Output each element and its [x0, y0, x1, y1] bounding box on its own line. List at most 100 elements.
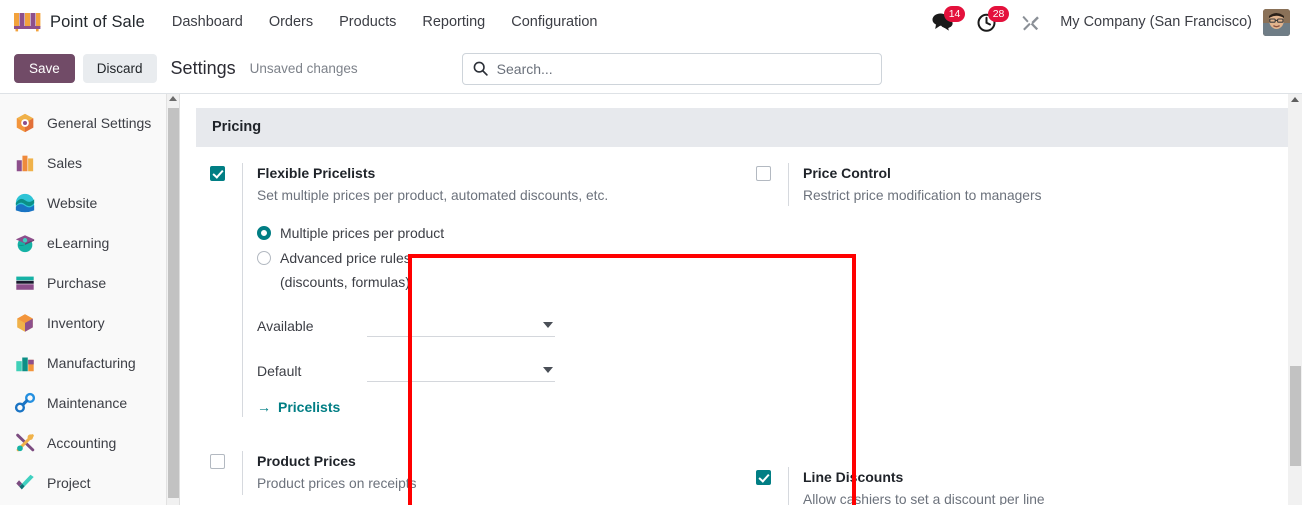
- sidebar-scroll-thumb[interactable]: [168, 108, 179, 498]
- chevron-down-icon: [543, 367, 553, 374]
- setting-flexible-pricelists: Flexible Pricelists Set multiple prices …: [196, 155, 742, 425]
- user-avatar[interactable]: [1263, 8, 1290, 36]
- default-pricelist-select[interactable]: [367, 359, 555, 383]
- field-label: Default: [257, 362, 302, 379]
- navbar-right: 14 28 My Company (San Francisco): [920, 6, 1292, 37]
- sidebar-item-accounting[interactable]: Accounting: [0, 423, 179, 463]
- nav-reporting[interactable]: Reporting: [409, 8, 498, 36]
- sidebar-label: Website: [47, 195, 98, 211]
- pricelist-mode-radio-group: Multiple prices per product Advanced pri…: [257, 223, 742, 292]
- unsaved-changes-indicator: Unsaved changes: [249, 61, 358, 76]
- sidebar-scrollbar[interactable]: [166, 94, 179, 505]
- nav-orders[interactable]: Orders: [256, 8, 326, 36]
- arrow-right-icon: →: [257, 399, 271, 416]
- pricelists-link[interactable]: → Pricelists: [257, 399, 340, 415]
- save-button[interactable]: Save: [14, 54, 75, 83]
- radio-advanced-rules[interactable]: Advanced price rules: [257, 248, 742, 268]
- setting-line-discounts: Line Discounts Allow cashiers to set a d…: [742, 459, 1288, 505]
- checkbox-slot: [196, 163, 242, 181]
- debug-tools-button[interactable]: [1008, 7, 1052, 37]
- control-panel: Save Discard Settings Unsaved changes: [0, 44, 1302, 94]
- setting-description: Set multiple prices per product, automat…: [257, 188, 609, 203]
- website-icon: [15, 193, 35, 213]
- available-pricelists-select[interactable]: [367, 314, 555, 338]
- nav-products[interactable]: Products: [326, 8, 409, 36]
- pricelists-link-label: Pricelists: [278, 399, 341, 416]
- setting-description: Restrict price modification to managers: [803, 188, 1042, 203]
- checkbox-slot: [742, 467, 788, 486]
- chevron-down-icon: [543, 322, 553, 329]
- settings-column-left: Flexible Pricelists Set multiple prices …: [196, 155, 742, 505]
- nav-dashboard[interactable]: Dashboard: [159, 8, 256, 36]
- general-settings-icon: [16, 113, 34, 133]
- maintenance-icon: [14, 392, 36, 413]
- scroll-up-arrow-icon[interactable]: [1291, 97, 1299, 102]
- setting-title: Product Prices: [257, 453, 356, 470]
- avatar-image: [1263, 8, 1290, 36]
- settings-grid: Flexible Pricelists Set multiple prices …: [196, 155, 1288, 505]
- product-prices-checkbox[interactable]: [210, 454, 225, 470]
- setting-body: Line Discounts Allow cashiers to set a d…: [788, 467, 1288, 505]
- main-scroll-thumb[interactable]: [1289, 366, 1301, 466]
- radio-multiple-prices[interactable]: Multiple prices per product: [257, 223, 742, 243]
- search-box[interactable]: [461, 52, 882, 85]
- setting-price-control: Price Control Restrict price modificatio…: [742, 155, 1288, 214]
- tools-wrench-icon: [1022, 15, 1039, 30]
- manufacturing-icon: [16, 357, 34, 372]
- setting-title: Price Control: [803, 165, 891, 181]
- sidebar-label: General Settings: [47, 115, 152, 131]
- activities-badge: 28: [988, 6, 1009, 22]
- line-discounts-checkbox[interactable]: [756, 470, 771, 486]
- search-input[interactable]: [496, 60, 871, 77]
- sidebar-item-sales[interactable]: Sales: [0, 143, 179, 183]
- body-wrapper: General Settings Sales Website eLearning…: [0, 94, 1302, 505]
- page-title: Settings: [170, 58, 236, 78]
- app-brand[interactable]: Point of Sale: [8, 12, 159, 32]
- pricing-block: Pricing Flexible Pricelists Set multiple…: [180, 108, 1302, 505]
- activities-button[interactable]: 28: [964, 6, 1009, 37]
- setting-description: Product prices on receipts: [257, 476, 417, 492]
- sidebar-item-inventory[interactable]: Inventory: [0, 303, 179, 343]
- settings-column-right: Price Control Restrict price modificatio…: [742, 155, 1288, 505]
- purchase-icon: [16, 276, 34, 290]
- top-navbar: Point of Sale Dashboard Orders Products …: [0, 0, 1302, 44]
- company-switcher[interactable]: My Company (San Francisco): [1052, 14, 1263, 30]
- accounting-icon: [16, 433, 35, 452]
- brand-name: Point of Sale: [50, 12, 145, 31]
- messages-button[interactable]: 14: [920, 6, 965, 37]
- sidebar-item-website[interactable]: Website: [0, 183, 179, 223]
- sidebar-item-project[interactable]: Project: [0, 463, 179, 503]
- checkbox-slot: [196, 451, 242, 470]
- pos-awning-logo-icon: [14, 13, 41, 32]
- sidebar-label: Project: [47, 475, 91, 491]
- sidebar-item-purchase[interactable]: Purchase: [0, 263, 179, 303]
- price-control-checkbox[interactable]: [756, 166, 771, 181]
- radio-advanced-sublabel: (discounts, formulas): [280, 273, 410, 290]
- sidebar-item-general-settings[interactable]: General Settings: [0, 103, 179, 143]
- sidebar-label: Inventory: [47, 315, 105, 331]
- sidebar-label: Maintenance: [47, 395, 128, 411]
- setting-title: Flexible Pricelists: [257, 165, 376, 181]
- nav-configuration[interactable]: Configuration: [498, 8, 610, 36]
- scroll-up-arrow-icon[interactable]: [169, 96, 177, 101]
- flexible-pricelists-checkbox[interactable]: [210, 166, 225, 181]
- sidebar-item-elearning[interactable]: eLearning: [0, 223, 179, 263]
- discard-button[interactable]: Discard: [82, 54, 157, 83]
- field-label: Available: [257, 317, 314, 334]
- messages-badge: 14: [944, 6, 965, 22]
- radio-button-advanced[interactable]: [257, 250, 271, 265]
- nav-links: Dashboard Orders Products Reporting Conf…: [159, 8, 611, 36]
- main-scrollbar[interactable]: [1288, 94, 1302, 505]
- sidebar-label: Manufacturing: [47, 355, 136, 371]
- elearning-icon: [15, 235, 35, 253]
- sidebar-label: Purchase: [47, 275, 107, 291]
- setting-body: Flexible Pricelists Set multiple prices …: [242, 163, 742, 418]
- setting-title: Line Discounts: [803, 469, 904, 486]
- radio-label: Multiple prices per product: [280, 225, 445, 242]
- setting-product-prices: Product Prices Product prices on receipt…: [196, 443, 742, 502]
- sidebar-label: Accounting: [47, 435, 117, 451]
- radio-button-multiple[interactable]: [257, 226, 271, 241]
- inventory-icon: [17, 314, 33, 332]
- sidebar-item-maintenance[interactable]: Maintenance: [0, 383, 179, 423]
- sidebar-item-manufacturing[interactable]: Manufacturing: [0, 343, 179, 383]
